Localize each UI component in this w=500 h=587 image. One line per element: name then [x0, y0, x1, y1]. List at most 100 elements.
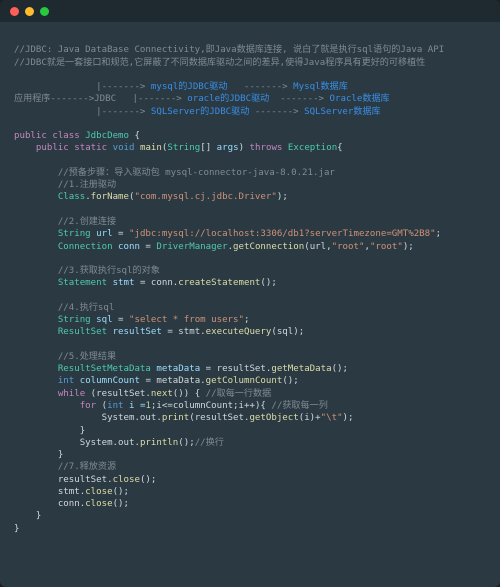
- brace: }: [14, 524, 19, 534]
- zoom-icon[interactable]: [40, 7, 49, 16]
- method-call: close: [85, 487, 112, 497]
- variable: stmt: [107, 278, 140, 288]
- punct: ()) {: [173, 389, 206, 399]
- diagram-link: Oracle数据库: [330, 94, 390, 104]
- method-call: forName: [91, 192, 129, 202]
- punct: []: [200, 143, 211, 153]
- variable: sql: [91, 315, 118, 325]
- variable: conn: [113, 242, 146, 252]
- diagram-row: ------->: [227, 82, 293, 92]
- punct: = stmt.: [167, 327, 205, 337]
- brace: {: [337, 143, 342, 153]
- string: "\t": [321, 413, 343, 423]
- string: "jdbc:mysql://localhost:3306/db1?serverT…: [129, 229, 436, 239]
- type: DriverManager: [156, 242, 227, 252]
- comment: //取每一行数据: [206, 389, 272, 399]
- string: "root": [370, 242, 403, 252]
- diagram-link: SQLServer的JDBC驱动: [151, 107, 249, 117]
- code: (resultSet.: [189, 413, 249, 423]
- punct: );: [277, 192, 288, 202]
- method-call: getObject: [249, 413, 298, 423]
- punct: );: [343, 413, 354, 423]
- diagram-row: |------->: [14, 82, 151, 92]
- code-area: //JDBC: Java DataBase Connectivity,即Java…: [0, 22, 500, 549]
- string: "com.mysql.cj.jdbc.Driver": [134, 192, 276, 202]
- punct: = resultSet.: [206, 364, 272, 374]
- method-call: getColumnCount: [206, 376, 283, 386]
- punct: ;: [436, 229, 441, 239]
- comment: //1.注册驱动: [58, 180, 116, 190]
- method-call: getMetaData: [271, 364, 331, 374]
- punct: ();: [332, 364, 348, 374]
- type: Exception: [288, 143, 337, 153]
- punct: ();: [178, 438, 194, 448]
- diagram-row: |------->: [14, 107, 151, 117]
- type: ResultSetMetaData: [58, 364, 151, 374]
- method-name: main: [140, 143, 162, 153]
- code-editor-window: //JDBC: Java DataBase Connectivity,即Java…: [0, 0, 500, 587]
- code: conn.: [58, 499, 85, 509]
- keyword: static: [74, 143, 107, 153]
- comment: //JDBC: Java DataBase Connectivity,即Java…: [14, 45, 444, 55]
- diagram-arrow: |------->: [133, 94, 188, 104]
- diagram-link: Mysql数据库: [293, 82, 348, 92]
- punct: =: [118, 229, 129, 239]
- keyword: while: [58, 389, 85, 399]
- keyword: for: [80, 401, 96, 411]
- code: System.out.: [80, 438, 140, 448]
- method-call: getConnection: [233, 242, 304, 252]
- keyword: throws: [250, 143, 283, 153]
- method-call: close: [113, 475, 140, 485]
- punct: (resultSet.: [85, 389, 151, 399]
- param: args: [217, 143, 239, 153]
- variable: columnCount: [74, 376, 145, 386]
- punct: (: [96, 401, 107, 411]
- code: resultSet.: [58, 475, 113, 485]
- type: Statement: [58, 278, 107, 288]
- punct: ();: [140, 475, 156, 485]
- comment: //获取每一列: [271, 401, 327, 411]
- method-call: next: [151, 389, 173, 399]
- punct: ();: [113, 499, 129, 509]
- diagram-row: 应用程序------->JDBC: [14, 94, 133, 104]
- punct: ();: [282, 376, 298, 386]
- brace: {: [129, 131, 140, 141]
- keyword: int: [107, 401, 123, 411]
- diagram-row: ------->: [269, 94, 329, 104]
- punct: (sql);: [271, 327, 304, 337]
- diagram-link: SQLServer数据库: [304, 107, 381, 117]
- string: "root": [332, 242, 365, 252]
- punct: = metaData.: [145, 376, 205, 386]
- close-icon[interactable]: [10, 7, 19, 16]
- diagram-link: oracle的JDBC驱动: [187, 94, 269, 104]
- punct: = conn.: [140, 278, 178, 288]
- comment: //7.释放资源: [58, 462, 116, 472]
- window-titlebar: [0, 0, 500, 22]
- diagram-link: mysql的JDBC驱动: [151, 82, 228, 92]
- method-call: println: [140, 438, 178, 448]
- minimize-icon[interactable]: [25, 7, 34, 16]
- keyword: class: [52, 131, 79, 141]
- comment: //预备步骤：导入驱动包 mysql-connector-java-8.0.21…: [58, 168, 335, 178]
- comment: //JDBC就是一套接口和规范,它屏蔽了不同数据库驱动之间的差异,使得Java程…: [14, 58, 425, 68]
- punct: =: [145, 242, 156, 252]
- keyword: public: [36, 143, 69, 153]
- keyword: void: [113, 143, 135, 153]
- variable: metaData: [151, 364, 206, 374]
- keyword: public: [14, 131, 47, 141]
- punct: =: [118, 315, 129, 325]
- method-call: createStatement: [178, 278, 260, 288]
- method-call: close: [85, 499, 112, 509]
- brace: }: [36, 511, 41, 521]
- variable: url: [91, 229, 118, 239]
- code: stmt.: [58, 487, 85, 497]
- string: "select * from users": [129, 315, 244, 325]
- method-call: print: [162, 413, 189, 423]
- variable: i =: [124, 401, 146, 411]
- variable: resultSet: [107, 327, 167, 337]
- keyword: int: [58, 376, 74, 386]
- brace: }: [58, 450, 63, 460]
- punct: ();: [113, 487, 129, 497]
- code: (i)+: [299, 413, 321, 423]
- type: Class: [58, 192, 85, 202]
